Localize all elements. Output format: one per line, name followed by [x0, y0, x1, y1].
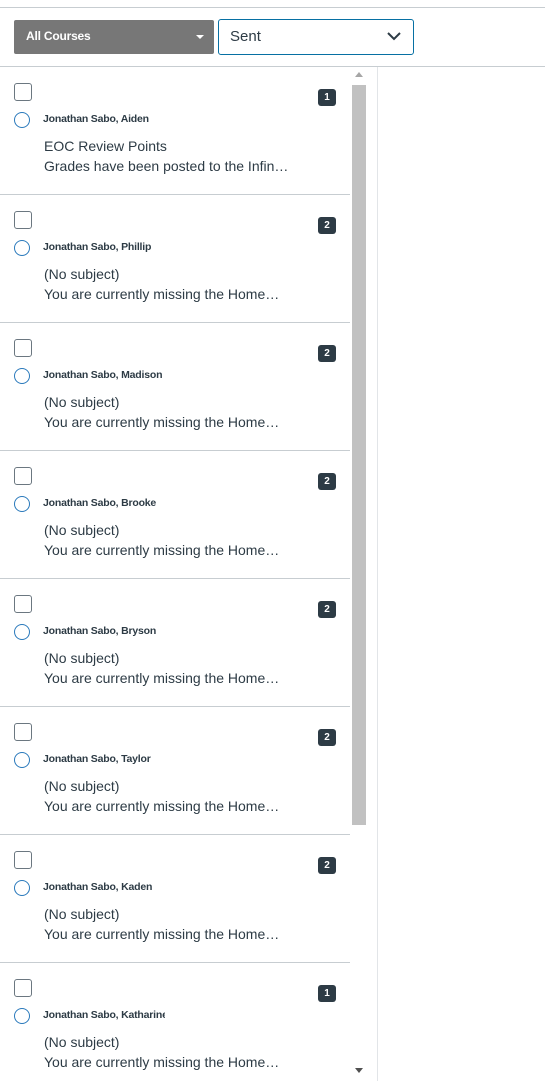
- select-conversation-checkbox[interactable]: [14, 339, 32, 357]
- select-conversation-checkbox[interactable]: [14, 979, 32, 997]
- conversation-preview: You are currently missing the Homework a…: [44, 798, 289, 814]
- conversation-subject: EOC Review Points: [44, 138, 167, 154]
- conversation-subject: (No subject): [44, 1034, 120, 1050]
- select-conversation-checkbox[interactable]: [14, 467, 32, 485]
- conversation-list: Jonathan Sabo, Aiden 1 EOC Review Points Gr…: [0, 67, 350, 1081]
- read-status-toggle[interactable]: [14, 112, 30, 128]
- conversation-participants: Jonathan Sabo, Madison: [43, 369, 163, 381]
- conversation-item[interactable]: Jonathan Sabo, Taylor 2 (No subject) You ar…: [0, 707, 350, 835]
- select-conversation-checkbox[interactable]: [14, 83, 32, 101]
- message-count-badge: 2: [318, 473, 336, 490]
- conversation-participants: Jonathan Sabo, Katharine: [43, 1009, 165, 1021]
- conversation-participants: Jonathan Sabo, Phillip: [43, 241, 152, 253]
- select-conversation-checkbox[interactable]: [14, 851, 32, 869]
- conversation-item[interactable]: Jonathan Sabo, Aiden 1 EOC Review Points Gr…: [0, 67, 350, 195]
- conversation-subject: (No subject): [44, 394, 120, 410]
- message-count-badge: 1: [318, 985, 336, 1002]
- conversation-participants: Jonathan Sabo, Brooke: [43, 497, 157, 509]
- message-count-badge: 2: [318, 345, 336, 362]
- chevron-down-icon: [387, 32, 401, 41]
- conversation-preview: You are currently missing the Homework a…: [44, 414, 289, 430]
- conversation-preview: You are currently missing the Homework a…: [44, 670, 289, 686]
- conversation-subject: (No subject): [44, 650, 120, 666]
- conversation-subject: (No subject): [44, 778, 120, 794]
- read-status-toggle[interactable]: [14, 624, 30, 640]
- select-conversation-checkbox[interactable]: [14, 595, 32, 613]
- conversation-preview: You are currently missing the Homework a…: [44, 286, 289, 302]
- read-status-toggle[interactable]: [14, 368, 30, 384]
- conversation-item[interactable]: Jonathan Sabo, Katharine 1 (No subject) You…: [0, 963, 350, 1081]
- read-status-toggle[interactable]: [14, 1008, 30, 1024]
- conversation-participants: Jonathan Sabo, Aiden: [43, 113, 149, 125]
- read-status-toggle[interactable]: [14, 496, 30, 512]
- conversation-preview: You are currently missing the Homework a…: [44, 542, 289, 558]
- caret-down-icon: [196, 35, 204, 39]
- conversation-item[interactable]: Jonathan Sabo, Brooke 2 (No subject) You ar…: [0, 451, 350, 579]
- message-count-badge: 2: [318, 601, 336, 618]
- inbox-filter-bar: All Courses Sent: [0, 8, 545, 66]
- message-count-badge: 2: [318, 217, 336, 234]
- message-count-badge: 1: [318, 89, 336, 106]
- conversation-preview: Grades have been posted to the Infinite …: [44, 158, 289, 174]
- pane-divider: [377, 67, 378, 1081]
- mailbox-filter-select[interactable]: Sent: [218, 19, 414, 55]
- course-filter-label: All Courses: [26, 29, 91, 43]
- read-status-toggle[interactable]: [14, 752, 30, 768]
- course-filter-select[interactable]: All Courses: [14, 20, 214, 54]
- message-count-badge: 2: [318, 857, 336, 874]
- arrow-up-icon[interactable]: [355, 72, 363, 77]
- mailbox-filter-label: Sent: [230, 28, 261, 45]
- conversation-subject: (No subject): [44, 266, 120, 282]
- scrollbar-thumb[interactable]: [352, 85, 366, 825]
- conversation-preview: You are currently missing the Homework a…: [44, 1054, 289, 1070]
- conversation-participants: Jonathan Sabo, Kaden: [43, 881, 153, 893]
- conversation-preview: You are currently missing the Homework a…: [44, 926, 289, 942]
- conversation-item[interactable]: Jonathan Sabo, Bryson 2 (No subject) You ar…: [0, 579, 350, 707]
- conversation-item[interactable]: Jonathan Sabo, Phillip 2 (No subject) You a…: [0, 195, 350, 323]
- conversation-participants: Jonathan Sabo, Bryson: [43, 625, 157, 637]
- conversation-participants: Jonathan Sabo, Taylor: [43, 753, 151, 765]
- message-count-badge: 2: [318, 729, 336, 746]
- arrow-down-icon[interactable]: [355, 1068, 363, 1073]
- conversation-list-scrollbar[interactable]: [350, 67, 367, 1081]
- read-status-toggle[interactable]: [14, 240, 30, 256]
- conversation-item[interactable]: Jonathan Sabo, Madison 2 (No subject) You a…: [0, 323, 350, 451]
- select-conversation-checkbox[interactable]: [14, 211, 32, 229]
- conversation-subject: (No subject): [44, 522, 120, 538]
- conversation-item[interactable]: Jonathan Sabo, Kaden 2 (No subject) You are…: [0, 835, 350, 963]
- read-status-toggle[interactable]: [14, 880, 30, 896]
- conversation-subject: (No subject): [44, 906, 120, 922]
- select-conversation-checkbox[interactable]: [14, 723, 32, 741]
